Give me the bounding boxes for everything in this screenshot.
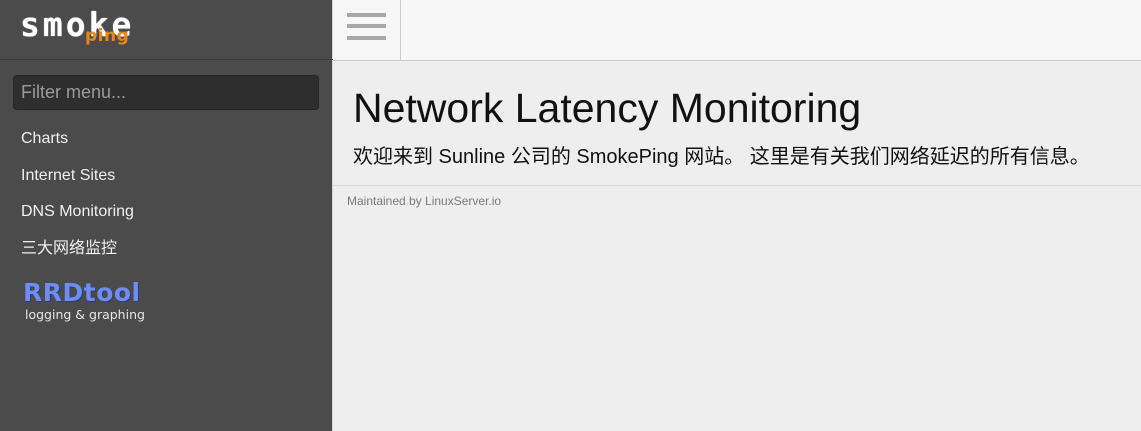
- sidebar-item-dns-monitoring[interactable]: DNS Monitoring: [0, 194, 333, 231]
- rrdtool-logo[interactable]: RRDtool logging & graphing: [23, 278, 145, 322]
- divider: [333, 185, 1141, 186]
- welcome-text: 欢迎来到 Sunline 公司的 SmokePing 网站。 这里是有关我们网络…: [353, 146, 1090, 168]
- sidebar-item-internet-sites[interactable]: Internet Sites: [0, 158, 333, 195]
- sidebar-item-charts[interactable]: Charts: [0, 121, 333, 158]
- sidebar: smoke ping Charts Internet Sites DNS Mon…: [0, 0, 333, 431]
- maintainer-footer: Maintained by LinuxServer.io: [347, 194, 502, 208]
- hamburger-menu-icon[interactable]: [333, 0, 401, 60]
- filter-menu-input[interactable]: [13, 75, 319, 110]
- rrdtool-logo-subtitle: logging & graphing: [25, 307, 145, 322]
- logo-text-ping: ping: [85, 26, 130, 46]
- sidebar-menu: Charts Internet Sites DNS Monitoring 三大网…: [0, 121, 333, 268]
- hamburger-line: [347, 36, 386, 40]
- hamburger-line: [347, 24, 386, 28]
- top-bar: [333, 0, 1141, 61]
- rrdtool-logo-title: RRDtool: [23, 278, 141, 307]
- sidebar-item-network-monitoring[interactable]: 三大网络监控: [0, 231, 333, 268]
- smokeping-logo[interactable]: smoke ping: [0, 0, 333, 60]
- page-title: Network Latency Monitoring: [353, 85, 862, 131]
- hamburger-line: [347, 13, 386, 17]
